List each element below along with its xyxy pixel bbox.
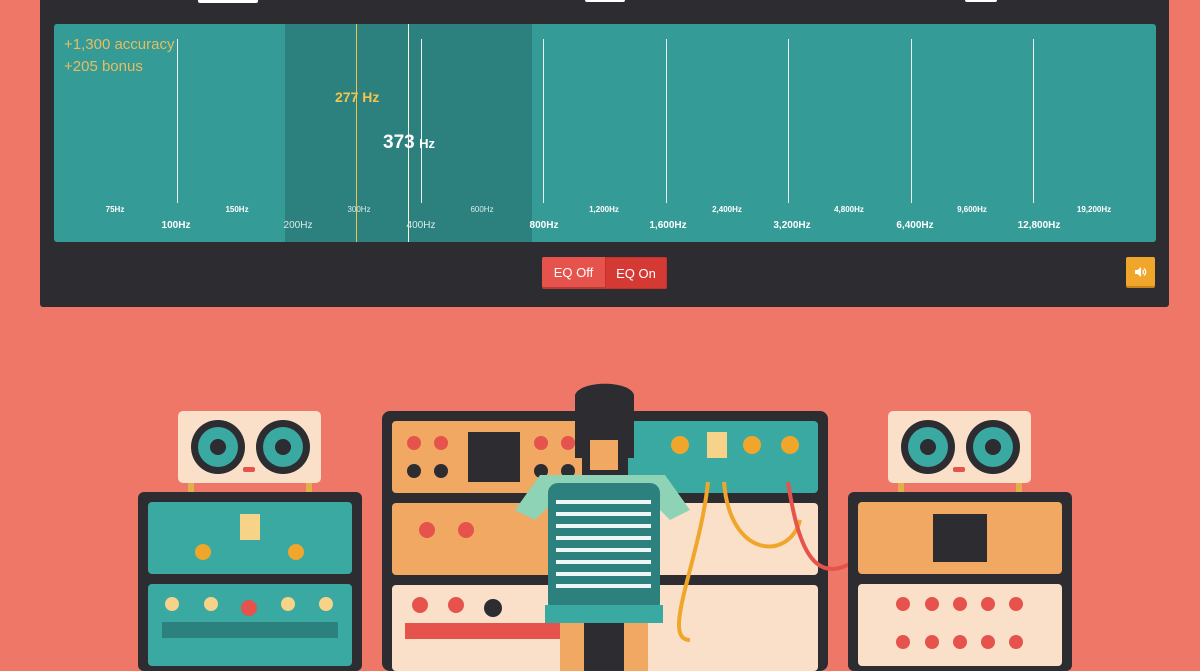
grid-line-3200hz [788,39,789,203]
guess-frequency-value: 277 [335,89,359,105]
tick-label-6400hz: 6,400Hz [896,220,934,231]
left-rack [138,492,362,671]
eq-off-button[interactable]: EQ Off [542,257,605,287]
tick-label-19200hz: 19,200Hz [1076,205,1112,214]
grid-line-1600hz [666,39,667,203]
volume-button[interactable] [1126,257,1155,286]
header-text-partial [585,0,625,2]
accuracy-score: +1,300 accuracy [64,36,175,53]
grid-line-400hz [421,39,422,203]
studio-illustration [138,383,1072,671]
answer-frequency-value: 373 [383,132,415,153]
speaker-icon [1134,266,1146,277]
frequency-spectrum[interactable]: +1,300 accuracy +205 bonus 277 Hz 373 Hz… [54,24,1156,242]
tick-label-75hz: 75Hz [105,205,125,214]
left-reel-deck [178,411,321,483]
tick-label-2400hz: 2,400Hz [712,205,742,214]
tick-label-800hz: 800Hz [529,220,559,231]
grid-line-6400hz [911,39,912,203]
eq-toggle: EQ Off EQ On [542,257,667,289]
tick-label-1200hz: 1,200Hz [589,205,619,214]
right-reel-deck [888,411,1031,483]
tick-label-100hz: 100Hz [161,220,191,231]
tick-label-12800hz: 12,800Hz [1017,220,1061,231]
answer-frequency-unit: Hz [419,136,436,151]
tick-label-400hz: 400Hz [406,220,436,231]
guess-frequency-label: 277 Hz [335,89,379,105]
grid-line-800hz [543,39,544,203]
tick-label-1600hz: 1,600Hz [649,220,687,231]
tick-label-9600hz: 9,600Hz [957,205,987,214]
grid-line-12800hz [1033,39,1034,203]
header-text-partial [965,0,997,2]
guess-frequency-unit: Hz [362,89,380,105]
tick-label-3200hz: 3,200Hz [773,220,811,231]
tick-label-4800hz: 4,800Hz [834,205,864,214]
right-rack [848,492,1072,671]
eq-on-button[interactable]: EQ On [605,257,667,289]
tick-label-600hz: 600Hz [470,205,494,214]
grid-line-100hz [177,39,178,203]
score-digits-partial [198,0,258,3]
bonus-score: +205 bonus [64,58,143,75]
tick-label-200hz: 200Hz [283,220,313,231]
answer-frequency-label: 373 Hz [383,132,435,154]
tick-label-150hz: 150Hz [225,205,249,214]
tick-label-300hz: 300Hz [347,205,371,214]
